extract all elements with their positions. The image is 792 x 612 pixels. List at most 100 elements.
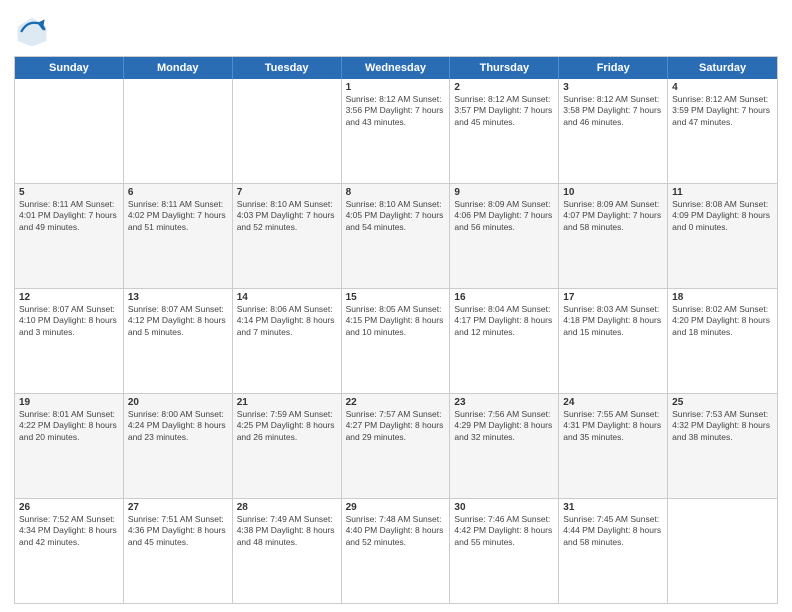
day-number: 19 <box>19 397 119 408</box>
calendar-cell: 16Sunrise: 8:04 AM Sunset: 4:17 PM Dayli… <box>450 289 559 393</box>
calendar-cell: 8Sunrise: 8:10 AM Sunset: 4:05 PM Daylig… <box>342 184 451 288</box>
calendar-cell: 31Sunrise: 7:45 AM Sunset: 4:44 PM Dayli… <box>559 499 668 603</box>
weekday-header-monday: Monday <box>124 57 233 79</box>
cell-info: Sunrise: 8:12 AM Sunset: 3:57 PM Dayligh… <box>454 94 554 128</box>
calendar-cell: 7Sunrise: 8:10 AM Sunset: 4:03 PM Daylig… <box>233 184 342 288</box>
header <box>14 10 778 50</box>
cell-info: Sunrise: 8:12 AM Sunset: 3:59 PM Dayligh… <box>672 94 773 128</box>
day-number: 5 <box>19 187 119 198</box>
cell-info: Sunrise: 7:55 AM Sunset: 4:31 PM Dayligh… <box>563 409 663 443</box>
calendar-cell: 3Sunrise: 8:12 AM Sunset: 3:58 PM Daylig… <box>559 79 668 183</box>
day-number: 13 <box>128 292 228 303</box>
cell-info: Sunrise: 8:09 AM Sunset: 4:07 PM Dayligh… <box>563 199 663 233</box>
cell-info: Sunrise: 7:49 AM Sunset: 4:38 PM Dayligh… <box>237 514 337 548</box>
day-number: 23 <box>454 397 554 408</box>
cell-info: Sunrise: 7:46 AM Sunset: 4:42 PM Dayligh… <box>454 514 554 548</box>
cell-info: Sunrise: 8:10 AM Sunset: 4:03 PM Dayligh… <box>237 199 337 233</box>
calendar-row-2: 5Sunrise: 8:11 AM Sunset: 4:01 PM Daylig… <box>15 183 777 288</box>
day-number: 8 <box>346 187 446 198</box>
logo <box>14 14 54 50</box>
cell-info: Sunrise: 8:07 AM Sunset: 4:10 PM Dayligh… <box>19 304 119 338</box>
cell-info: Sunrise: 7:56 AM Sunset: 4:29 PM Dayligh… <box>454 409 554 443</box>
calendar-body: 1Sunrise: 8:12 AM Sunset: 3:56 PM Daylig… <box>15 79 777 603</box>
day-number: 2 <box>454 82 554 93</box>
weekday-header-wednesday: Wednesday <box>342 57 451 79</box>
calendar-cell: 10Sunrise: 8:09 AM Sunset: 4:07 PM Dayli… <box>559 184 668 288</box>
day-number: 31 <box>563 502 663 513</box>
calendar-cell: 21Sunrise: 7:59 AM Sunset: 4:25 PM Dayli… <box>233 394 342 498</box>
cell-info: Sunrise: 8:01 AM Sunset: 4:22 PM Dayligh… <box>19 409 119 443</box>
calendar-cell: 20Sunrise: 8:00 AM Sunset: 4:24 PM Dayli… <box>124 394 233 498</box>
weekday-header-saturday: Saturday <box>668 57 777 79</box>
day-number: 29 <box>346 502 446 513</box>
cell-info: Sunrise: 7:57 AM Sunset: 4:27 PM Dayligh… <box>346 409 446 443</box>
cell-info: Sunrise: 8:11 AM Sunset: 4:01 PM Dayligh… <box>19 199 119 233</box>
calendar-cell: 9Sunrise: 8:09 AM Sunset: 4:06 PM Daylig… <box>450 184 559 288</box>
calendar-cell <box>15 79 124 183</box>
weekday-header-sunday: Sunday <box>15 57 124 79</box>
day-number: 1 <box>346 82 446 93</box>
weekday-header-friday: Friday <box>559 57 668 79</box>
calendar-cell: 13Sunrise: 8:07 AM Sunset: 4:12 PM Dayli… <box>124 289 233 393</box>
cell-info: Sunrise: 8:05 AM Sunset: 4:15 PM Dayligh… <box>346 304 446 338</box>
day-number: 16 <box>454 292 554 303</box>
calendar-row-4: 19Sunrise: 8:01 AM Sunset: 4:22 PM Dayli… <box>15 393 777 498</box>
day-number: 24 <box>563 397 663 408</box>
cell-info: Sunrise: 8:04 AM Sunset: 4:17 PM Dayligh… <box>454 304 554 338</box>
weekday-header-tuesday: Tuesday <box>233 57 342 79</box>
cell-info: Sunrise: 8:08 AM Sunset: 4:09 PM Dayligh… <box>672 199 773 233</box>
cell-info: Sunrise: 8:07 AM Sunset: 4:12 PM Dayligh… <box>128 304 228 338</box>
day-number: 27 <box>128 502 228 513</box>
logo-icon <box>14 14 50 50</box>
calendar-cell: 28Sunrise: 7:49 AM Sunset: 4:38 PM Dayli… <box>233 499 342 603</box>
day-number: 22 <box>346 397 446 408</box>
calendar-cell: 17Sunrise: 8:03 AM Sunset: 4:18 PM Dayli… <box>559 289 668 393</box>
weekday-header-thursday: Thursday <box>450 57 559 79</box>
calendar-cell: 4Sunrise: 8:12 AM Sunset: 3:59 PM Daylig… <box>668 79 777 183</box>
calendar-cell: 12Sunrise: 8:07 AM Sunset: 4:10 PM Dayli… <box>15 289 124 393</box>
calendar-cell <box>124 79 233 183</box>
day-number: 12 <box>19 292 119 303</box>
cell-info: Sunrise: 8:06 AM Sunset: 4:14 PM Dayligh… <box>237 304 337 338</box>
calendar-cell: 19Sunrise: 8:01 AM Sunset: 4:22 PM Dayli… <box>15 394 124 498</box>
day-number: 3 <box>563 82 663 93</box>
cell-info: Sunrise: 8:02 AM Sunset: 4:20 PM Dayligh… <box>672 304 773 338</box>
day-number: 10 <box>563 187 663 198</box>
calendar-cell: 2Sunrise: 8:12 AM Sunset: 3:57 PM Daylig… <box>450 79 559 183</box>
calendar-cell: 1Sunrise: 8:12 AM Sunset: 3:56 PM Daylig… <box>342 79 451 183</box>
calendar-cell: 24Sunrise: 7:55 AM Sunset: 4:31 PM Dayli… <box>559 394 668 498</box>
calendar-cell: 22Sunrise: 7:57 AM Sunset: 4:27 PM Dayli… <box>342 394 451 498</box>
calendar-cell: 30Sunrise: 7:46 AM Sunset: 4:42 PM Dayli… <box>450 499 559 603</box>
cell-info: Sunrise: 7:48 AM Sunset: 4:40 PM Dayligh… <box>346 514 446 548</box>
day-number: 6 <box>128 187 228 198</box>
cell-info: Sunrise: 7:53 AM Sunset: 4:32 PM Dayligh… <box>672 409 773 443</box>
day-number: 7 <box>237 187 337 198</box>
calendar-cell: 5Sunrise: 8:11 AM Sunset: 4:01 PM Daylig… <box>15 184 124 288</box>
cell-info: Sunrise: 7:52 AM Sunset: 4:34 PM Dayligh… <box>19 514 119 548</box>
day-number: 25 <box>672 397 773 408</box>
calendar-cell: 18Sunrise: 8:02 AM Sunset: 4:20 PM Dayli… <box>668 289 777 393</box>
calendar-cell: 27Sunrise: 7:51 AM Sunset: 4:36 PM Dayli… <box>124 499 233 603</box>
calendar-cell: 26Sunrise: 7:52 AM Sunset: 4:34 PM Dayli… <box>15 499 124 603</box>
day-number: 4 <box>672 82 773 93</box>
cell-info: Sunrise: 8:00 AM Sunset: 4:24 PM Dayligh… <box>128 409 228 443</box>
day-number: 11 <box>672 187 773 198</box>
cell-info: Sunrise: 7:45 AM Sunset: 4:44 PM Dayligh… <box>563 514 663 548</box>
cell-info: Sunrise: 7:59 AM Sunset: 4:25 PM Dayligh… <box>237 409 337 443</box>
cell-info: Sunrise: 7:51 AM Sunset: 4:36 PM Dayligh… <box>128 514 228 548</box>
calendar-cell: 15Sunrise: 8:05 AM Sunset: 4:15 PM Dayli… <box>342 289 451 393</box>
calendar-row-1: 1Sunrise: 8:12 AM Sunset: 3:56 PM Daylig… <box>15 79 777 183</box>
cell-info: Sunrise: 8:12 AM Sunset: 3:58 PM Dayligh… <box>563 94 663 128</box>
day-number: 15 <box>346 292 446 303</box>
calendar-row-5: 26Sunrise: 7:52 AM Sunset: 4:34 PM Dayli… <box>15 498 777 603</box>
calendar-cell <box>233 79 342 183</box>
day-number: 18 <box>672 292 773 303</box>
day-number: 26 <box>19 502 119 513</box>
day-number: 14 <box>237 292 337 303</box>
calendar-cell: 23Sunrise: 7:56 AM Sunset: 4:29 PM Dayli… <box>450 394 559 498</box>
calendar-cell <box>668 499 777 603</box>
cell-info: Sunrise: 8:11 AM Sunset: 4:02 PM Dayligh… <box>128 199 228 233</box>
cell-info: Sunrise: 8:12 AM Sunset: 3:56 PM Dayligh… <box>346 94 446 128</box>
page-container: SundayMondayTuesdayWednesdayThursdayFrid… <box>0 0 792 612</box>
calendar-cell: 25Sunrise: 7:53 AM Sunset: 4:32 PM Dayli… <box>668 394 777 498</box>
